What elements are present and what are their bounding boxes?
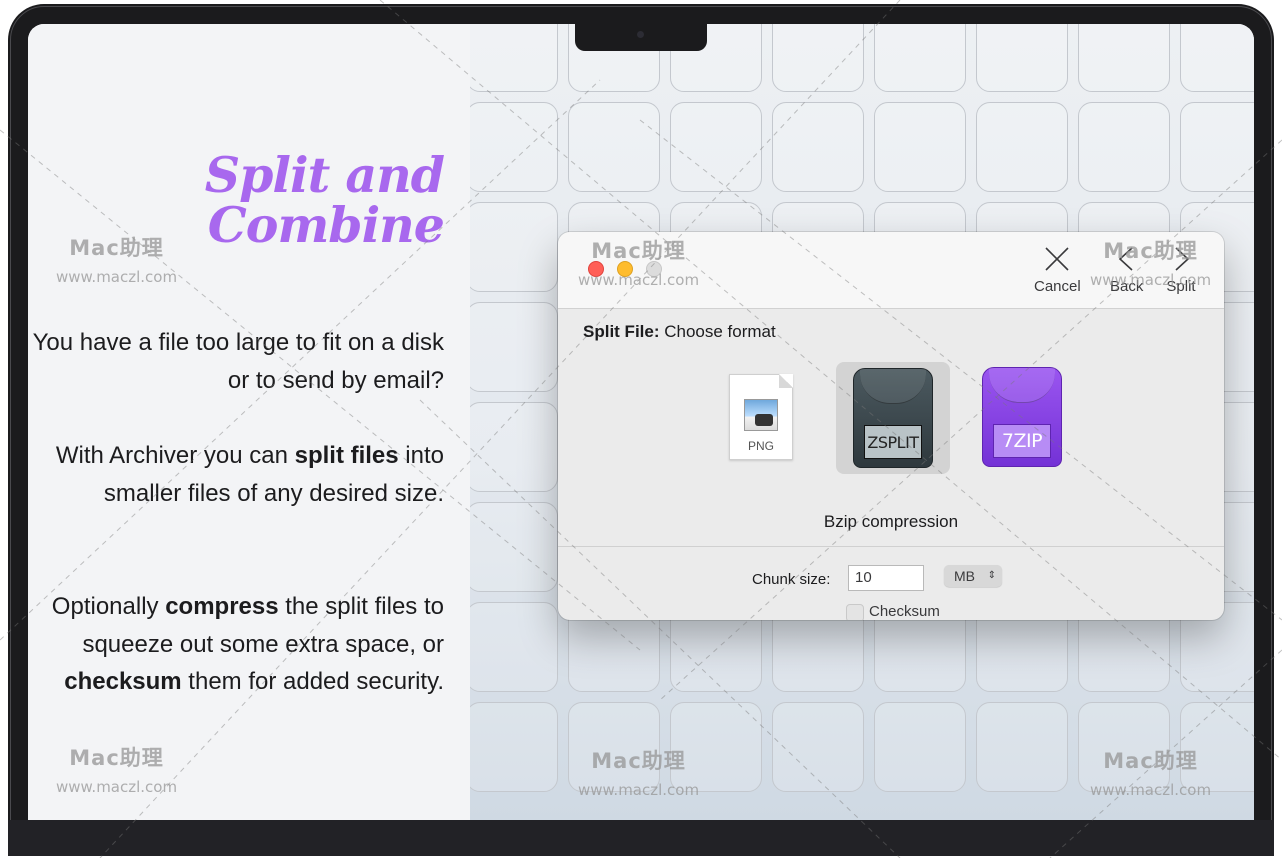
bg-tile xyxy=(470,302,558,392)
bg-tile xyxy=(470,102,558,192)
split-label: Split xyxy=(1166,278,1196,295)
bg-tile xyxy=(1180,702,1254,792)
marketing-paragraph-3: Optionally compress the split files to s… xyxy=(28,588,444,701)
zsplit-label: ZSPLIT xyxy=(864,425,922,459)
bg-tile xyxy=(470,602,558,692)
split-button[interactable]: Split xyxy=(1166,244,1196,295)
p3-text-e: them for added security. xyxy=(181,668,444,695)
unit-value: MB xyxy=(954,568,975,584)
chevron-right-icon xyxy=(1175,247,1190,271)
sack-flap xyxy=(860,369,926,404)
bg-tile xyxy=(874,24,966,92)
bg-tile xyxy=(772,702,864,792)
format-option-7zip[interactable]: 7ZIP xyxy=(972,362,1072,472)
format-option-zsplit[interactable]: ZSPLIT xyxy=(836,362,950,474)
marketing-panel: Split and Combine You have a file too la… xyxy=(28,24,470,820)
bg-tile xyxy=(470,702,558,792)
heading-bold: Split File: xyxy=(583,322,660,341)
bg-tile xyxy=(772,102,864,192)
bg-tile xyxy=(670,102,762,192)
laptop-base xyxy=(8,820,1274,856)
minimize-window-button[interactable] xyxy=(617,261,633,277)
checksum-checkbox[interactable] xyxy=(846,604,864,620)
bg-tile xyxy=(470,202,558,292)
p2-text-a: With Archiver you can xyxy=(55,442,295,469)
p3-emphasis-compress: compress xyxy=(165,593,279,620)
7zip-archive-icon: 7ZIP xyxy=(982,367,1062,467)
camera-notch xyxy=(575,24,707,51)
split-file-dialog: Cancel Back Split Split File: Choose for… xyxy=(558,232,1224,620)
bg-tile xyxy=(470,502,558,592)
back-label: Back xyxy=(1110,278,1144,295)
dialog-titlebar: Cancel Back Split xyxy=(558,232,1224,309)
bg-tile xyxy=(772,24,864,92)
title-line-2: Combine xyxy=(207,196,445,254)
close-window-button[interactable] xyxy=(588,261,604,277)
divider xyxy=(558,546,1224,547)
marketing-paragraph-1: You have a file too large to fit on a di… xyxy=(32,329,444,394)
laptop-frame: Split and Combine You have a file too la… xyxy=(8,4,1274,856)
bg-tile xyxy=(470,24,558,92)
png-preview-image xyxy=(744,399,778,431)
7zip-label: 7ZIP xyxy=(993,424,1051,458)
bg-tile xyxy=(1078,702,1170,792)
chevron-left-icon xyxy=(1118,247,1133,271)
cancel-label: Cancel xyxy=(1034,278,1081,295)
bg-tile xyxy=(1180,24,1254,92)
chunk-size-input[interactable]: 10 xyxy=(848,565,924,591)
bg-tile xyxy=(1078,102,1170,192)
zsplit-archive-icon: ZSPLIT xyxy=(853,368,933,468)
sack-flap xyxy=(989,368,1055,403)
p3-emphasis-checksum: checksum xyxy=(64,668,182,695)
bg-tile xyxy=(874,702,966,792)
png-label: PNG xyxy=(747,439,774,453)
bg-tile xyxy=(874,102,966,192)
heading-rest: Choose format xyxy=(659,322,776,341)
marketing-paragraph-2: With Archiver you can split files into s… xyxy=(28,437,444,512)
bg-tile xyxy=(976,702,1068,792)
format-option-png[interactable]: PNG xyxy=(726,372,796,462)
unit-select[interactable]: MB ⇕ xyxy=(944,565,1002,587)
back-button[interactable]: Back xyxy=(1110,244,1143,295)
dialog-heading: Split File: Choose format xyxy=(583,322,776,342)
marketing-title: Split and Combine xyxy=(204,146,445,254)
bg-tile xyxy=(470,402,558,492)
bg-tile xyxy=(1180,102,1254,192)
close-icon xyxy=(1045,247,1069,271)
updown-chevron-icon: ⇕ xyxy=(987,570,996,581)
bg-tile xyxy=(976,24,1068,92)
title-line-1: Split and xyxy=(204,146,445,204)
format-caption: Bzip compression xyxy=(823,512,959,531)
bg-tile xyxy=(670,702,762,792)
bg-tile xyxy=(976,102,1068,192)
bg-tile xyxy=(568,702,660,792)
png-file-icon: PNG xyxy=(729,374,793,460)
checksum-label[interactable]: Checksum xyxy=(869,603,940,620)
bg-tile xyxy=(568,102,660,192)
camera-icon xyxy=(637,31,644,38)
bg-tile xyxy=(1078,24,1170,92)
screen: Split and Combine You have a file too la… xyxy=(28,24,1254,820)
p2-emphasis: split files xyxy=(294,442,399,469)
zoom-window-button[interactable] xyxy=(646,261,662,277)
chunk-size-label: Chunk size: xyxy=(752,571,831,588)
cancel-button[interactable]: Cancel xyxy=(1034,244,1081,295)
p3-text-a: Optionally xyxy=(51,593,166,620)
